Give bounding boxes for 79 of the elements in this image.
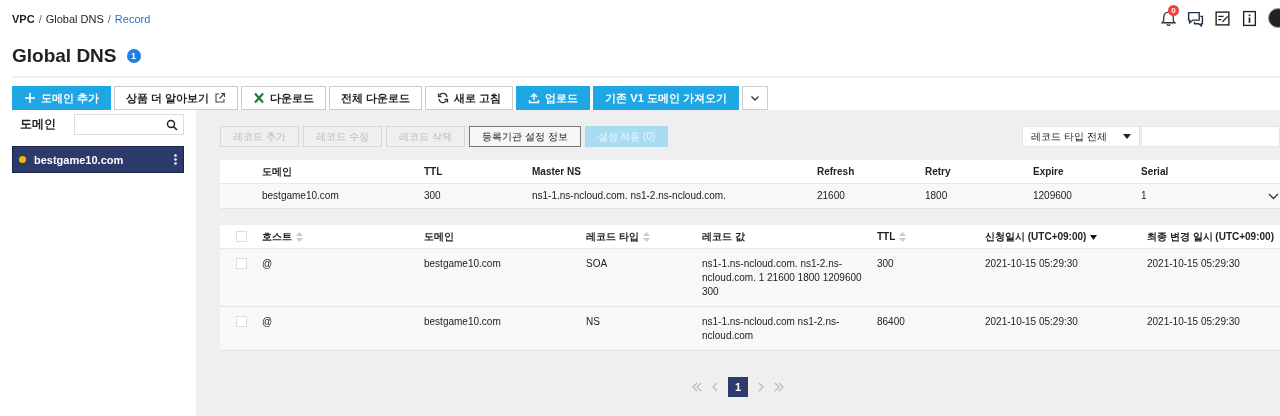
domain-item[interactable]: bestgame10.com: [12, 146, 184, 173]
table-cell-text: 2021-10-15 05:29:30: [985, 257, 1079, 271]
table-cell-text: 2021-10-15 05:29:30: [1147, 257, 1241, 271]
filter-input[interactable]: [1141, 126, 1280, 147]
column-header: 레코드 타입: [586, 229, 639, 244]
domain-name: bestgame10.com: [34, 153, 125, 166]
column-header: Serial: [1141, 166, 1170, 177]
checkbox[interactable]: [236, 316, 247, 327]
more-dropdown-button[interactable]: [741, 86, 768, 110]
external-link-icon: [214, 92, 227, 104]
table-cell-text: 300: [424, 189, 442, 203]
table-cell-text: bestgame10.com: [262, 189, 340, 203]
column-header: Expire: [1033, 166, 1065, 177]
action-button[interactable]: 등록기관 설정 정보: [469, 126, 581, 147]
sort-icon[interactable]: [642, 231, 650, 242]
table-cell-text: 2021-10-15 05:29:30: [985, 315, 1079, 329]
column-header: 레코드 값: [702, 229, 745, 244]
first-page-icon[interactable]: [692, 382, 702, 392]
table-cell-text: 300: [877, 257, 895, 271]
table-cell-text: 86400: [877, 315, 906, 329]
search-field[interactable]: [74, 114, 184, 135]
sort-icon[interactable]: [899, 231, 907, 242]
chat-icon[interactable]: [1187, 9, 1204, 27]
breadcrumb-separator: /: [38, 13, 42, 25]
breadcrumb-current: Record: [114, 13, 151, 25]
sort-icon[interactable]: [296, 231, 303, 242]
search-icon: [166, 118, 178, 131]
info-badge[interactable]: 1: [126, 49, 141, 63]
table-cell-text: ns1-1.ns-ncloud.com ns1-2.ns-ncloud.com: [702, 315, 841, 343]
breadcrumb-link[interactable]: VPC: [12, 13, 35, 25]
table-cell-text: @: [262, 257, 274, 271]
plus-icon: [24, 92, 36, 104]
table-cell-text: 2021-10-15 05:29:30: [1147, 315, 1241, 329]
column-header: 신청일시 (UTC+09:00): [985, 229, 1087, 244]
table-cell-text: 1800: [925, 189, 949, 203]
table-cell-text: 1209600: [1033, 189, 1073, 203]
table-cell-text: bestgame10.com: [424, 315, 502, 329]
table-cell-text: 1: [1141, 189, 1148, 203]
column-header: TTL: [424, 166, 444, 177]
previous-page-icon[interactable]: [710, 382, 720, 392]
memo-icon[interactable]: [1214, 9, 1231, 27]
toolbar-button[interactable]: 새로 고침: [425, 86, 514, 110]
table-cell-text: ns1-1.ns-ncloud.com. ns1-2.ns-ncloud.com.: [532, 189, 727, 203]
table-cell-text: ns1-1.ns-ncloud.com. ns1-2.ns-ncloud.com. 1 21600 1800 1209600 300: [702, 257, 863, 299]
last-page-icon[interactable]: [774, 382, 784, 392]
column-header: 도메인: [262, 164, 293, 179]
toolbar-button[interactable]: 상품 더 알아보기: [114, 86, 239, 110]
bell-icon[interactable]: [1160, 9, 1177, 27]
checkbox[interactable]: [236, 258, 247, 269]
breadcrumb-link[interactable]: Global DNS: [45, 13, 104, 25]
info-icon[interactable]: [1241, 9, 1258, 27]
caret-icon: [1123, 134, 1131, 139]
record-type-select[interactable]: 레코드 타입 전체: [1022, 126, 1140, 147]
column-header: Retry: [925, 166, 952, 177]
upload-icon: [528, 92, 541, 104]
chevron-down-icon[interactable]: [1268, 192, 1279, 200]
column-header: 호스트: [262, 229, 292, 244]
column-header: TTL: [877, 231, 896, 242]
sidebar-label: 도메인: [19, 116, 56, 133]
table-cell-text: bestgame10.com: [424, 257, 502, 271]
refresh-icon: [437, 92, 450, 104]
x-icon: [253, 92, 266, 104]
toolbar-button[interactable]: 전체 다운로드: [329, 86, 423, 110]
column-header: 최종 변경 일시 (UTC+09:00): [1147, 229, 1274, 244]
table-cell-text: 21600: [817, 189, 846, 203]
checkbox[interactable]: [236, 231, 247, 242]
column-header: 도메인: [424, 229, 454, 244]
toolbar-button[interactable]: 다운로드: [241, 86, 327, 110]
page-button[interactable]: 1: [728, 377, 748, 397]
page-title: Global DNS: [12, 45, 117, 67]
table-cell-text: NS: [586, 315, 601, 329]
table-cell-text: @: [262, 315, 274, 329]
column-header: Refresh: [817, 166, 856, 177]
column-header: Master NS: [532, 166, 582, 177]
next-page-icon[interactable]: [756, 382, 766, 392]
breadcrumb-separator: /: [107, 13, 111, 25]
kebab-icon[interactable]: [174, 154, 177, 165]
notification-count: 0: [1168, 4, 1179, 16]
table-cell-text: SOA: [586, 257, 609, 271]
